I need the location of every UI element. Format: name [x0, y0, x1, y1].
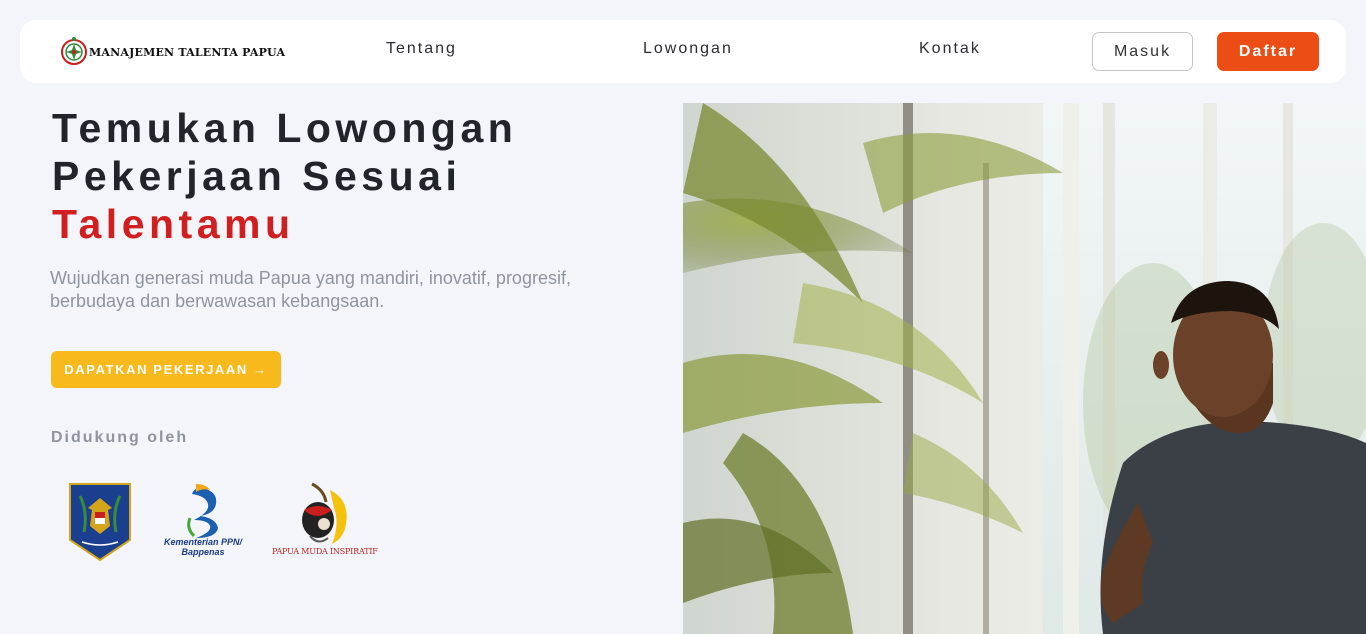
- garuda-shield-icon: [69, 483, 131, 562]
- hero-title-accent: Talentamu: [52, 201, 295, 247]
- register-button[interactable]: Daftar: [1217, 32, 1319, 71]
- get-job-button[interactable]: DAPATKAN PEKERJAAN →: [51, 351, 281, 388]
- papua-emblem-icon: [61, 37, 87, 65]
- supported-by-label: Didukung oleh: [51, 429, 189, 446]
- nav-link-kontak[interactable]: Kontak: [919, 40, 981, 58]
- papua-muda-inspiratif-logo: PAPUA MUDA INSPIRATIF: [272, 480, 378, 564]
- nav-link-lowongan[interactable]: Lowongan: [643, 40, 733, 58]
- young-man-by-window-image: [683, 103, 1366, 634]
- bird-of-paradise-icon: [302, 482, 347, 544]
- papua-muda-caption: PAPUA MUDA INSPIRATIF: [272, 547, 378, 556]
- logo-text: MANAJEMEN TALENTA PAPUA: [89, 45, 286, 59]
- login-button[interactable]: Masuk: [1092, 32, 1193, 71]
- top-navbar: MANAJEMEN TALENTA PAPUA Tentang Lowongan…: [20, 20, 1346, 83]
- nav-link-tentang[interactable]: Tentang: [386, 40, 457, 58]
- hero-title: Temukan Lowongan Pekerjaan Sesuai Talent…: [52, 104, 652, 248]
- bappenas-caption-line-2: Bappenas: [181, 547, 225, 557]
- bappenas-logo: Kementerian PPN/ Bappenas: [160, 482, 246, 562]
- hero-title-line-2: Pekerjaan Sesuai: [52, 153, 462, 199]
- hero-title-line-1: Temukan Lowongan: [52, 105, 518, 151]
- bappenas-emblem-icon: [187, 484, 218, 538]
- bappenas-caption-line-1: Kementerian PPN/: [163, 537, 243, 547]
- site-logo[interactable]: MANAJEMEN TALENTA PAPUA: [60, 34, 285, 68]
- kemendagri-logo: [68, 482, 132, 562]
- hero-subtitle: Wujudkan generasi muda Papua yang mandir…: [50, 268, 571, 311]
- hero-photo: [683, 103, 1366, 634]
